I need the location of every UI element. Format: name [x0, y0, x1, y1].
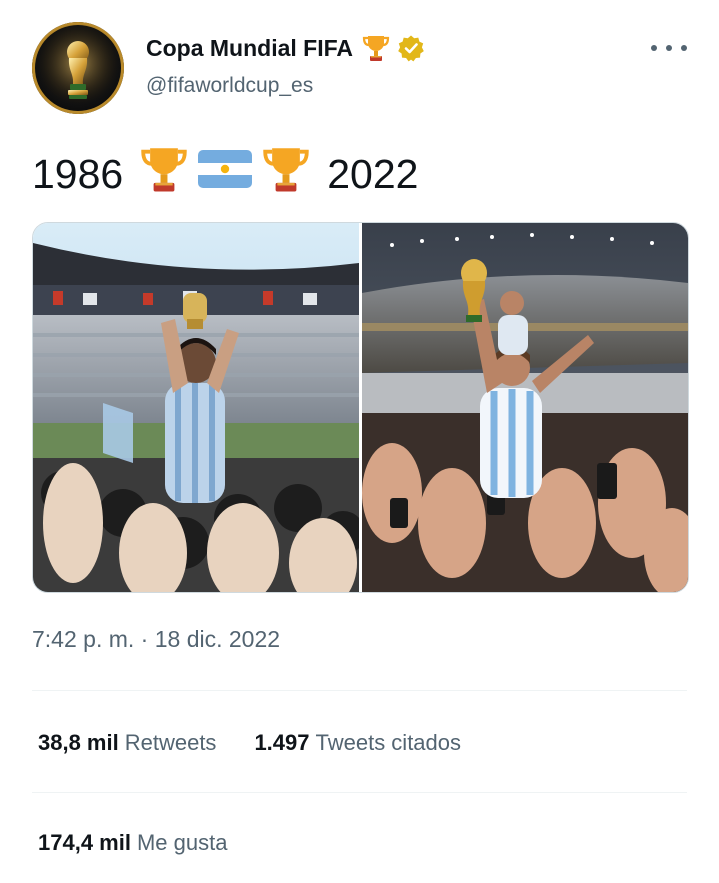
author-name-row: Copa Mundial FIFA	[146, 32, 425, 64]
trophy-emoji-icon	[137, 143, 191, 205]
trophy-icon	[361, 33, 391, 63]
quote-tweets-stat[interactable]: 1.497 Tweets citados	[254, 730, 461, 756]
trophy-emoji-icon	[259, 143, 313, 205]
retweets-stat[interactable]: 38,8 mil Retweets	[38, 730, 216, 756]
more-dot-icon	[666, 45, 672, 51]
media-grid	[32, 222, 689, 593]
avatar[interactable]	[32, 22, 124, 114]
retweets-label: Retweets	[124, 730, 217, 755]
retweets-count: 38,8 mil	[38, 730, 119, 755]
tweet-detail: Copa Mundial FIFA @fifaworldcup_es 1986	[0, 0, 719, 883]
more-dot-icon	[651, 45, 657, 51]
author-handle[interactable]: @fifaworldcup_es	[146, 74, 313, 98]
tweet-text-year-end: 2022	[327, 150, 419, 197]
more-dot-icon	[681, 45, 687, 51]
divider	[32, 792, 687, 793]
quote-tweets-label: Tweets citados	[315, 730, 462, 755]
argentina-flag-icon	[197, 149, 253, 199]
more-options-button[interactable]	[651, 36, 687, 60]
tweet-text-year-start: 1986	[32, 150, 124, 197]
engagement-stats-row: 38,8 mil Retweets 1.497 Tweets citados	[38, 730, 499, 756]
author-display-name[interactable]: Copa Mundial FIFA	[146, 35, 353, 62]
likes-count: 174,4 mil	[38, 830, 131, 855]
tweet-text: 1986 2022	[32, 146, 418, 202]
divider	[32, 690, 687, 691]
photo-1986-celebration[interactable]	[33, 223, 359, 592]
photo-2022-celebration[interactable]	[362, 223, 688, 592]
tweet-timestamp[interactable]: 7:42 p. m. · 18 dic. 2022	[32, 626, 280, 653]
quote-tweets-count: 1.497	[254, 730, 310, 755]
likes-label: Me gusta	[136, 830, 228, 855]
likes-stat[interactable]: 174,4 mil Me gusta	[38, 830, 227, 856]
world-cup-trophy-icon	[34, 24, 122, 112]
likes-stats-row: 174,4 mil Me gusta	[38, 830, 265, 856]
verified-badge-icon[interactable]	[397, 34, 425, 62]
